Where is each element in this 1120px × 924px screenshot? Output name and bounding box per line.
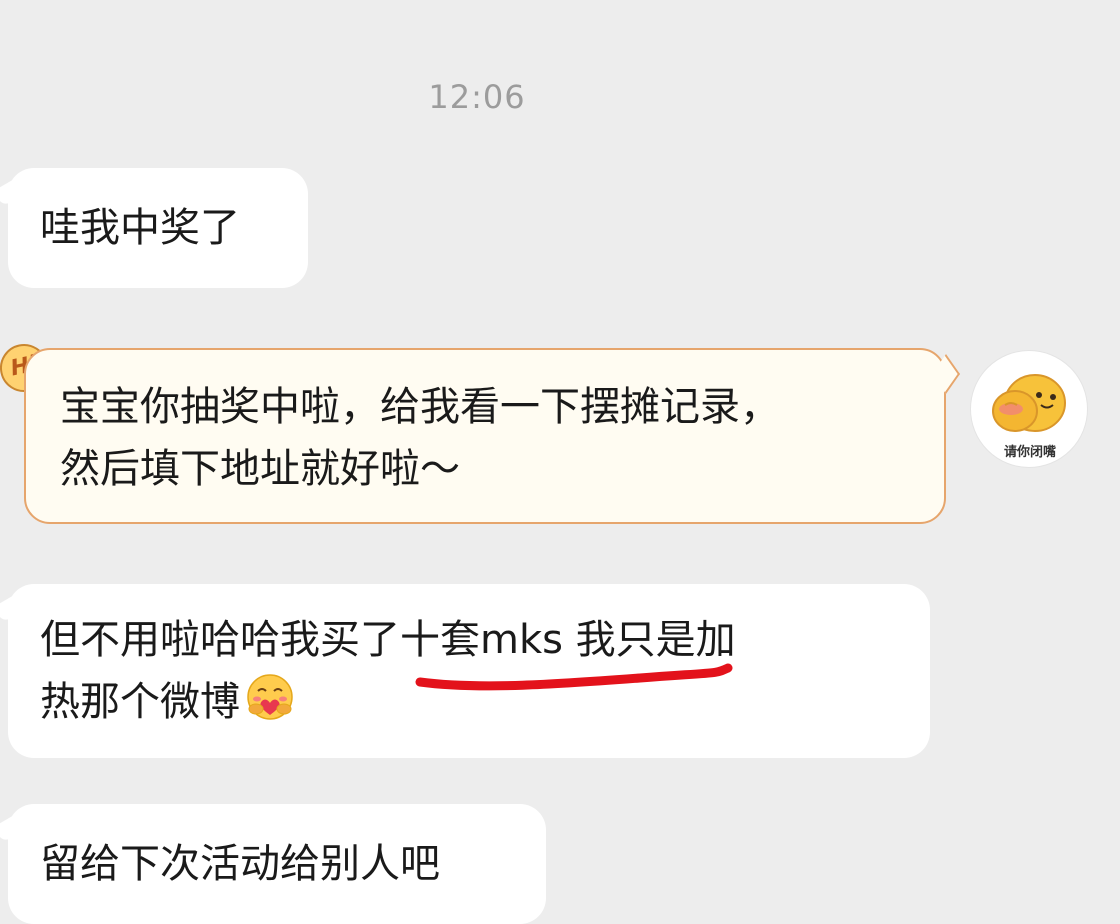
message-text-line: 宝宝你抽奖中啦，给我看一下摆摊记录， [60,384,780,430]
incoming-message-bubble[interactable]: 留给下次活动给别人吧 [8,804,546,924]
message-timestamp: 12:06 [428,78,526,116]
avatar-caption: 请你闭嘴 [1003,445,1056,460]
message-text: 留给下次活动给别人吧 [40,841,440,887]
sender-avatar[interactable]: 请你闭嘴 [970,350,1088,468]
chat-screen: { "chat": { "timestamp": "12:06", "messa… [0,0,1120,924]
hug-face-emoji-icon [247,674,293,720]
message-text: 哇我中奖了 [40,205,240,251]
bubble-tail [932,354,960,394]
message-text: 热那个微博 [40,679,240,725]
message-text-line: 然后填下地址就好啦～ [60,446,460,492]
hugging-blob-icon [992,374,1066,432]
message-text-line: 热那个微博 [40,671,898,733]
incoming-message-bubble[interactable]: 但不用啦哈哈我买了十套mks 我只是加 热那个微博 [8,584,930,758]
outgoing-message-bubble[interactable]: 宝宝你抽奖中啦，给我看一下摆摊记录， 然后填下地址就好啦～ [24,348,960,524]
incoming-message-bubble[interactable]: 哇我中奖了 [8,168,308,288]
message-text-line: 但不用啦哈哈我买了十套mks 我只是加 [40,617,736,663]
